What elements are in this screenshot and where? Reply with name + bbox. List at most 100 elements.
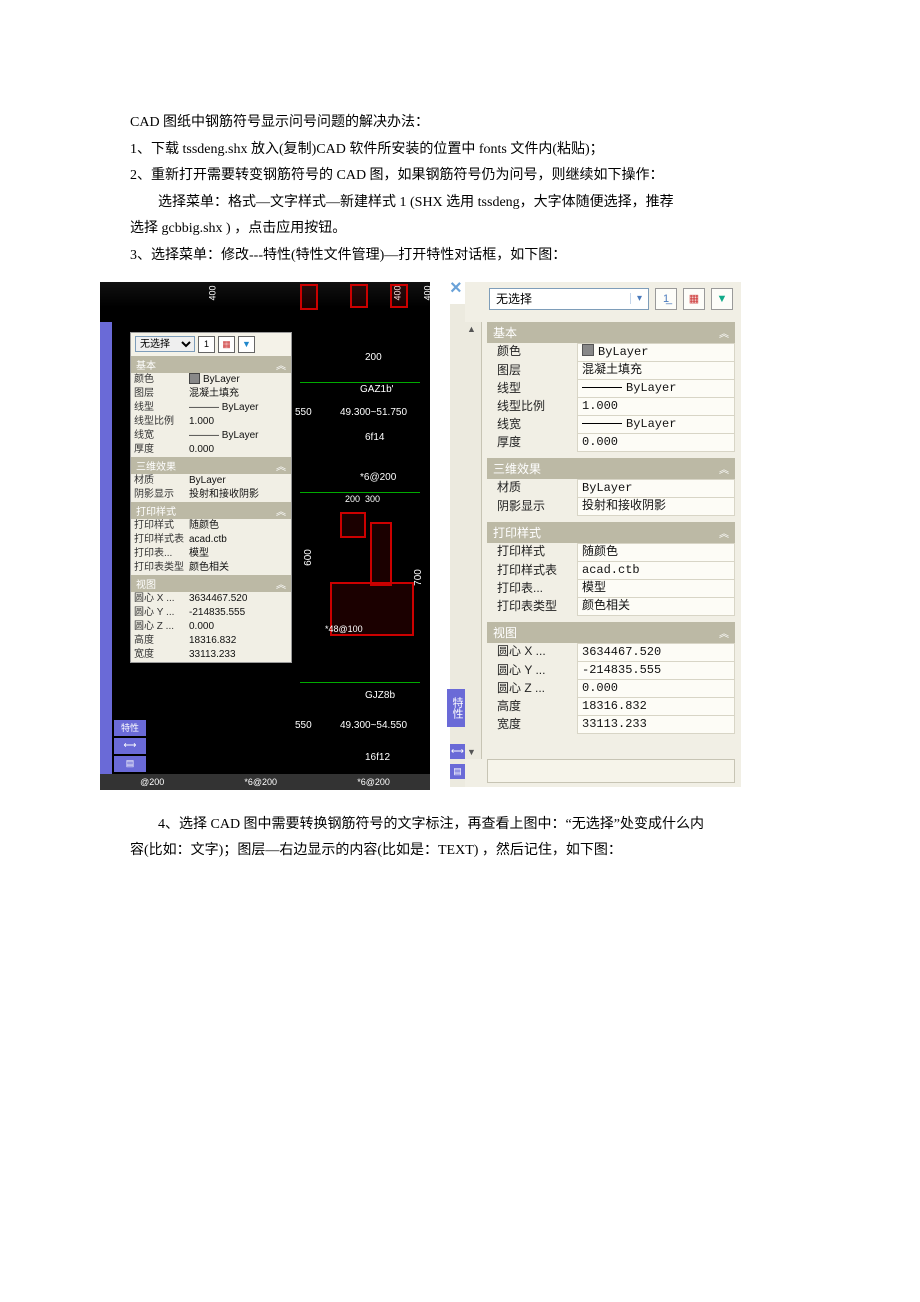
section-header-print[interactable]: 打印样式︽ xyxy=(487,522,735,543)
property-value[interactable]: ByLayer xyxy=(189,474,288,488)
property-value[interactable]: ByLayer xyxy=(577,380,735,398)
property-value[interactable]: ——— ByLayer xyxy=(189,401,288,415)
properties-panel-large: × 特性 ⟷ ▤ ▲ ▼ 无选择 ▾ 1̲ ▦ ▼ 基本︽ 颜 xyxy=(465,282,741,787)
quickselect-icon[interactable]: ▦ xyxy=(218,336,235,353)
property-value[interactable]: acad.ctb xyxy=(189,533,288,547)
property-value[interactable]: 投射和接收阴影 xyxy=(189,488,288,502)
scroll-down-icon[interactable]: ▼ xyxy=(467,747,476,757)
property-value[interactable]: 随颜色 xyxy=(577,543,735,562)
property-row: 打印表...模型 xyxy=(487,580,735,598)
property-value[interactable]: 颜色相关 xyxy=(189,561,288,575)
property-value[interactable]: 1.000 xyxy=(577,398,735,416)
section-header-basic[interactable]: 基本︽ xyxy=(131,356,291,373)
property-key: 圆心 Z ... xyxy=(497,680,577,698)
property-row: 线型比例1.000 xyxy=(487,398,735,416)
property-key: 材质 xyxy=(134,474,189,488)
property-value[interactable]: 33113.233 xyxy=(189,648,288,662)
section-header-basic[interactable]: 基本︽ xyxy=(487,322,735,343)
property-value[interactable]: 模型 xyxy=(189,547,288,561)
property-key: 材质 xyxy=(497,479,577,498)
property-key: 线宽 xyxy=(497,416,577,434)
property-key: 颜色 xyxy=(497,343,577,362)
property-key: 阴影显示 xyxy=(134,488,189,502)
property-value[interactable]: 颜色相关 xyxy=(577,598,735,616)
toggle-pick-icon[interactable]: 1̲ xyxy=(655,288,677,310)
property-key: 打印表类型 xyxy=(497,598,577,616)
status-bar: @200 *6@200 *6@200 xyxy=(100,774,430,790)
section-header-print[interactable]: 打印样式︽ xyxy=(131,502,291,519)
property-key: 圆心 X ... xyxy=(134,592,189,606)
paragraph: 2、重新打开需要转变钢筋符号的 CAD 图，如果钢筋符号仍为问号，则继续如下操作… xyxy=(130,163,800,190)
property-value[interactable]: 投射和接收阴影 xyxy=(577,498,735,516)
property-row: 打印样式随颜色 xyxy=(487,543,735,562)
property-value[interactable]: ByLayer xyxy=(577,343,735,362)
property-key: 打印表类型 xyxy=(134,561,189,575)
property-row: 打印表类型颜色相关 xyxy=(487,598,735,616)
property-value[interactable]: ByLayer xyxy=(189,373,288,387)
property-value[interactable]: 1.000 xyxy=(189,415,288,429)
nav-icon[interactable]: ⟷ xyxy=(450,744,465,759)
property-value[interactable]: 0.000 xyxy=(189,443,288,457)
property-key: 打印表... xyxy=(134,547,189,561)
section-header-view[interactable]: 视图︽ xyxy=(487,622,735,643)
property-row: 线宽ByLayer xyxy=(487,416,735,434)
property-value[interactable]: 随颜色 xyxy=(189,519,288,533)
rebar-label: *48@100 xyxy=(325,624,363,634)
dimension-label: 200 300 xyxy=(345,494,380,504)
nav-icon[interactable]: ⟷ xyxy=(114,738,146,754)
property-row: 线宽——— ByLayer xyxy=(131,429,291,443)
property-row: 打印表类型颜色相关 xyxy=(131,561,291,575)
property-value[interactable]: -214835.555 xyxy=(189,606,288,620)
rebar-label: *6@200 xyxy=(360,472,396,483)
property-key: 圆心 Y ... xyxy=(134,606,189,620)
property-value[interactable]: acad.ctb xyxy=(577,562,735,580)
filter-icon[interactable]: ▼ xyxy=(711,288,733,310)
property-value[interactable]: ByLayer xyxy=(577,416,735,434)
rebar-label: 16f12 xyxy=(365,752,390,763)
property-value[interactable]: -214835.555 xyxy=(577,662,735,680)
property-row: 高度18316.832 xyxy=(487,698,735,716)
close-icon[interactable]: × xyxy=(450,277,462,300)
dimension-label: 400 xyxy=(423,285,430,300)
status-item: *6@200 xyxy=(244,777,277,787)
properties-tab[interactable]: 特性 xyxy=(447,689,467,727)
property-row: 线型——— ByLayer xyxy=(131,401,291,415)
property-key: 颜色 xyxy=(134,373,189,387)
properties-tab[interactable]: 特性 xyxy=(114,720,146,736)
property-value[interactable]: 模型 xyxy=(577,580,735,598)
property-value[interactable]: 18316.832 xyxy=(577,698,735,716)
property-row: 阴影显示投射和接收阴影 xyxy=(131,488,291,502)
quickselect-icon[interactable]: ▦ xyxy=(683,288,705,310)
property-value[interactable]: 0.000 xyxy=(189,620,288,634)
property-value[interactable]: 3634467.520 xyxy=(189,592,288,606)
property-row: 圆心 X ...3634467.520 xyxy=(487,643,735,662)
chevron-down-icon[interactable]: ▾ xyxy=(630,293,648,304)
property-value[interactable]: 混凝土填充 xyxy=(189,387,288,401)
property-row: 宽度33113.233 xyxy=(131,648,291,662)
scrollbar[interactable]: ▲ ▼ xyxy=(465,322,482,759)
element-label: GAZ1b' xyxy=(360,384,394,395)
dimension-label: 550 xyxy=(295,720,312,731)
property-value[interactable]: 0.000 xyxy=(577,680,735,698)
scroll-up-icon[interactable]: ▲ xyxy=(467,324,476,334)
property-value[interactable]: 33113.233 xyxy=(577,716,735,734)
property-value[interactable]: 18316.832 xyxy=(189,634,288,648)
paragraph: CAD 图纸中钢筋符号显示问号问题的解决办法： xyxy=(130,110,800,137)
property-value[interactable]: 3634467.520 xyxy=(577,643,735,662)
section-header-3d[interactable]: 三维效果︽ xyxy=(487,458,735,479)
selection-combo[interactable]: 无选择 xyxy=(135,336,195,352)
property-value[interactable]: ByLayer xyxy=(577,479,735,498)
rebar-label: 6f14 xyxy=(365,432,384,443)
property-value[interactable]: ——— ByLayer xyxy=(189,429,288,443)
property-value[interactable]: 0.000 xyxy=(577,434,735,452)
section-header-3d[interactable]: 三维效果︽ xyxy=(131,457,291,474)
property-row: 颜色ByLayer xyxy=(131,373,291,387)
filter-icon[interactable]: ▼ xyxy=(238,336,255,353)
nav-icon[interactable]: ▤ xyxy=(450,764,465,779)
property-value[interactable]: 混凝土填充 xyxy=(577,362,735,380)
nav-icon[interactable]: ▤ xyxy=(114,756,146,772)
property-key: 图层 xyxy=(134,387,189,401)
selection-combo[interactable]: 无选择 ▾ xyxy=(489,288,649,310)
section-header-view[interactable]: 视图︽ xyxy=(131,575,291,592)
toggle-pick-icon[interactable]: 1 xyxy=(198,336,215,353)
